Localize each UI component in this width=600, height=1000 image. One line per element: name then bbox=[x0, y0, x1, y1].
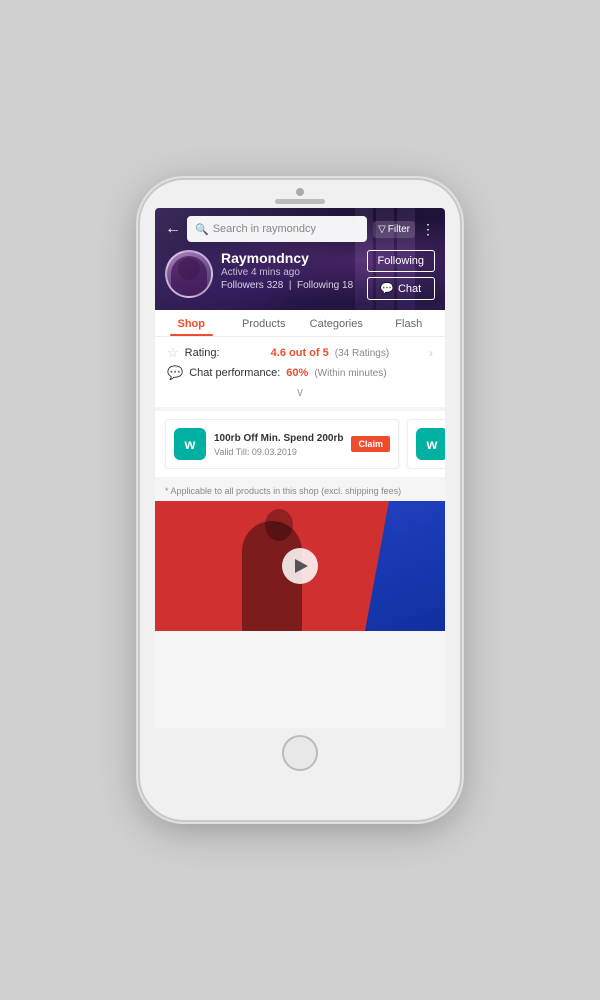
content-area: ☆ Rating: 4.6 out of 5 (34 Ratings) › 💬 … bbox=[155, 337, 445, 728]
home-button[interactable] bbox=[282, 735, 318, 771]
profile-actions: Following 💬 Chat bbox=[367, 250, 435, 300]
phone-screen: ← 🔍 Search in raymondcy ▽ Filter ⋮ bbox=[155, 208, 445, 728]
play-button[interactable] bbox=[282, 548, 318, 584]
rating-row: ☆ Rating: 4.6 out of 5 (34 Ratings) › bbox=[167, 345, 433, 361]
chat-button[interactable]: 💬 Chat bbox=[367, 277, 435, 300]
followers-count: 328 bbox=[267, 280, 284, 291]
phone-top-bar bbox=[140, 180, 460, 208]
following-count: 18 bbox=[342, 280, 353, 291]
search-box[interactable]: 🔍 Search in raymondcy bbox=[187, 216, 367, 242]
expand-row: ∨ bbox=[167, 381, 433, 399]
following-label: Following bbox=[297, 280, 339, 291]
voucher-logo-2: w bbox=[416, 428, 445, 460]
profile-banner: ← 🔍 Search in raymondcy ▽ Filter ⋮ bbox=[155, 208, 445, 310]
tab-categories[interactable]: Categories bbox=[300, 310, 373, 336]
profile-info: Raymondncy Active 4 mins ago Followers 3… bbox=[221, 250, 359, 291]
profile-row: Raymondncy Active 4 mins ago Followers 3… bbox=[165, 250, 435, 300]
disclaimer-text: * Applicable to all products in this sho… bbox=[155, 481, 445, 501]
tab-products[interactable]: Products bbox=[228, 310, 301, 336]
filter-button[interactable]: ▽ Filter bbox=[373, 221, 415, 238]
chat-icon: 💬 bbox=[380, 282, 394, 295]
voucher-title-1: 100rb Off Min. Spend 200rb bbox=[214, 432, 343, 445]
tabs-row: Shop Products Categories Flash bbox=[155, 310, 445, 337]
play-icon bbox=[295, 559, 308, 573]
back-button[interactable]: ← bbox=[165, 220, 181, 238]
rating-label: Rating: bbox=[185, 347, 265, 359]
phone-frame: ← 🔍 Search in raymondcy ▽ Filter ⋮ bbox=[140, 180, 460, 820]
expand-icon[interactable]: ∨ bbox=[296, 385, 305, 399]
filter-icon: ▽ bbox=[378, 224, 386, 235]
followers-label: Followers bbox=[221, 280, 264, 291]
rating-arrow-icon[interactable]: › bbox=[429, 346, 433, 360]
avatar bbox=[165, 250, 213, 298]
chat-performance-row: 💬 Chat performance: 60% (Within minutes) bbox=[167, 365, 433, 381]
rating-value: 4.6 out of 5 bbox=[271, 347, 329, 359]
voucher-card-1: w 100rb Off Min. Spend 200rb Valid Till:… bbox=[165, 419, 399, 469]
profile-name: Raymondncy bbox=[221, 250, 359, 266]
voucher-logo-1: w bbox=[174, 428, 206, 460]
voucher-section: w 100rb Off Min. Spend 200rb Valid Till:… bbox=[155, 411, 445, 477]
chat-perf-icon: 💬 bbox=[167, 365, 183, 381]
profile-stats: Followers 328 | Following 18 bbox=[221, 280, 359, 291]
video-section[interactable] bbox=[155, 501, 445, 631]
following-button[interactable]: Following bbox=[367, 250, 435, 272]
avatar-image bbox=[167, 252, 211, 296]
video-thumbnail[interactable] bbox=[155, 501, 445, 631]
profile-active-status: Active 4 mins ago bbox=[221, 267, 359, 278]
chat-perf-label: Chat performance: bbox=[189, 367, 280, 379]
stats-separator: | bbox=[289, 280, 292, 291]
rating-section: ☆ Rating: 4.6 out of 5 (34 Ratings) › 💬 … bbox=[155, 337, 445, 407]
rating-count: (34 Ratings) bbox=[335, 348, 389, 359]
chat-perf-value: 60% bbox=[286, 367, 308, 379]
more-options-button[interactable]: ⋮ bbox=[421, 221, 435, 238]
voucher-scroll: w 100rb Off Min. Spend 200rb Valid Till:… bbox=[155, 419, 445, 469]
star-icon: ☆ bbox=[167, 345, 179, 361]
tab-shop[interactable]: Shop bbox=[155, 310, 228, 336]
voucher-info-1: 100rb Off Min. Spend 200rb Valid Till: 0… bbox=[214, 432, 343, 457]
claim-button-1[interactable]: Claim bbox=[351, 436, 390, 452]
tab-flash[interactable]: Flash bbox=[373, 310, 446, 336]
search-icon: 🔍 bbox=[195, 223, 209, 236]
avatar-body bbox=[171, 256, 207, 296]
speaker bbox=[275, 199, 325, 204]
voucher-valid-1: Valid Till: 09.03.2019 bbox=[214, 447, 343, 457]
search-placeholder-text: Search in raymondcy bbox=[213, 223, 316, 235]
phone-bottom bbox=[282, 728, 318, 778]
search-row: ← 🔍 Search in raymondcy ▽ Filter ⋮ bbox=[165, 216, 435, 242]
chat-label: Chat bbox=[398, 283, 421, 295]
front-camera bbox=[296, 188, 304, 196]
voucher-card-2: w 100rb Off Min. Spend 300rb Valid Till:… bbox=[407, 419, 445, 469]
chat-perf-note: (Within minutes) bbox=[314, 368, 386, 379]
filter-label: Filter bbox=[388, 224, 410, 235]
